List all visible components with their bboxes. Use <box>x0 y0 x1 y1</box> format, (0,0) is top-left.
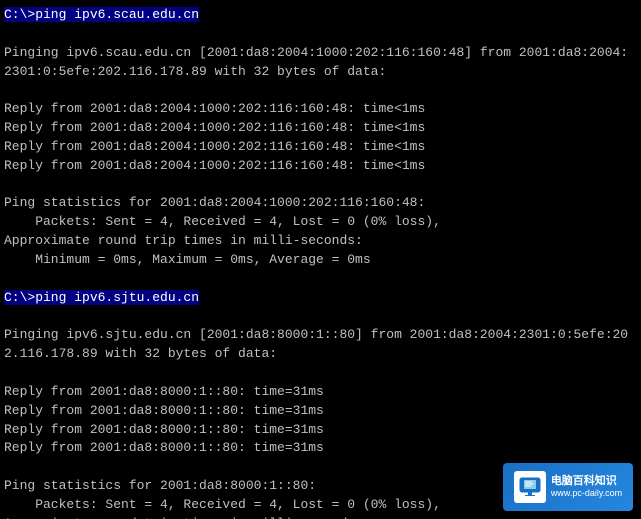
output-line: Approximate round trip times in milli-se… <box>4 515 637 519</box>
output-line: Reply from 2001:da8:2004:1000:202:116:16… <box>4 100 637 119</box>
output-line: Reply from 2001:da8:2004:1000:202:116:16… <box>4 119 637 138</box>
output-line: Reply from 2001:da8:8000:1::80: time=31m… <box>4 439 637 458</box>
output-line: 2.116.178.89 with 32 bytes of data: <box>4 345 637 364</box>
output-line: Reply from 2001:da8:2004:1000:202:116:16… <box>4 138 637 157</box>
output-line: Reply from 2001:da8:8000:1::80: time=31m… <box>4 421 637 440</box>
spacer <box>4 25 637 44</box>
spacer <box>4 270 637 289</box>
spacer <box>4 308 637 327</box>
output-line: Packets: Sent = 4, Received = 4, Lost = … <box>4 213 637 232</box>
command-line-1: C:\>ping ipv6.scau.edu.cn <box>4 6 637 25</box>
output-line: Reply from 2001:da8:2004:1000:202:116:16… <box>4 157 637 176</box>
output-line: Pinging ipv6.sjtu.edu.cn [2001:da8:8000:… <box>4 326 637 345</box>
watermark-icon <box>514 471 546 503</box>
monitor-icon <box>518 475 542 499</box>
watermark-badge: 电脑百科知识 www.pc-daily.com <box>503 463 633 511</box>
spacer <box>4 364 637 383</box>
output-line: Reply from 2001:da8:8000:1::80: time=31m… <box>4 402 637 421</box>
watermark-text: 电脑百科知识 www.pc-daily.com <box>551 474 622 500</box>
spacer <box>4 176 637 195</box>
terminal-window: C:\>ping ipv6.scau.edu.cn Pinging ipv6.s… <box>0 0 641 519</box>
output-line: 2301:0:5efe:202.116.178.89 with 32 bytes… <box>4 63 637 82</box>
watermark-title: 电脑百科知识 <box>551 474 622 488</box>
cmd-prompt-2: C:\>ping ipv6.sjtu.edu.cn <box>4 290 199 305</box>
output-line: Minimum = 0ms, Maximum = 0ms, Average = … <box>4 251 637 270</box>
output-line: Reply from 2001:da8:8000:1::80: time=31m… <box>4 383 637 402</box>
output-line: Approximate round trip times in milli-se… <box>4 232 637 251</box>
output-line: Pinging ipv6.scau.edu.cn [2001:da8:2004:… <box>4 44 637 63</box>
spacer <box>4 81 637 100</box>
watermark-url: www.pc-daily.com <box>551 488 622 500</box>
cmd-prompt-1: C:\>ping ipv6.scau.edu.cn <box>4 7 199 22</box>
output-line: Ping statistics for 2001:da8:2004:1000:2… <box>4 194 637 213</box>
command-line-2: C:\>ping ipv6.sjtu.edu.cn <box>4 289 637 308</box>
